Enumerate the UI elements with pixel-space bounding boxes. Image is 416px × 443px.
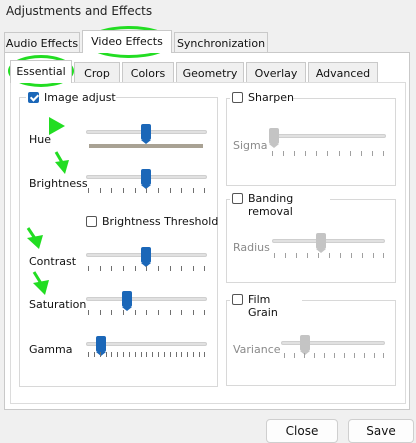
hue-arrow-icon xyxy=(49,117,65,135)
brightness-threshold-label: Brightness Threshold xyxy=(102,215,219,228)
film-grain-header: Film Grain xyxy=(230,292,302,319)
brightness-label: Brightness xyxy=(29,177,88,190)
variance-ticks xyxy=(284,353,384,358)
gamma-ticks xyxy=(88,352,206,357)
title-bar: Adjustments and Effects xyxy=(0,0,416,26)
brightness-slider-thumb[interactable] xyxy=(141,169,151,189)
radius-slider-track[interactable] xyxy=(272,239,385,243)
tab-essential[interactable]: Essential xyxy=(10,60,72,83)
sigma-slider-thumb[interactable] xyxy=(269,128,279,148)
hue-color-bar xyxy=(89,144,203,148)
image-adjust-header: Image adjust xyxy=(26,90,116,106)
sharpen-label: Sharpen xyxy=(248,91,294,104)
film-grain-label: Film Grain xyxy=(248,293,278,319)
tab-label: Geometry xyxy=(182,67,238,80)
variance-label: Variance xyxy=(233,343,281,356)
tab-label: Overlay xyxy=(254,67,298,80)
sharpen-header: Sharpen xyxy=(230,90,294,106)
tab-crop[interactable]: Crop xyxy=(74,62,120,83)
sharpen-checkbox[interactable] xyxy=(232,92,243,103)
hue-slider-thumb[interactable] xyxy=(141,124,151,144)
tab-label: Advanced xyxy=(315,67,371,80)
radius-ticks xyxy=(274,253,384,258)
saturation-ticks xyxy=(88,310,206,315)
tab-audio-effects[interactable]: Audio Effects xyxy=(4,32,80,53)
contrast-label: Contrast xyxy=(29,255,77,268)
window-title: Adjustments and Effects xyxy=(6,4,153,18)
image-adjust-checkbox[interactable] xyxy=(28,92,39,103)
contrast-arrow-icon xyxy=(26,227,43,249)
saturation-slider-thumb[interactable] xyxy=(122,291,132,311)
save-button-label: Save xyxy=(366,424,396,438)
tab-synchronization[interactable]: Synchronization xyxy=(174,32,268,53)
saturation-slider-track[interactable] xyxy=(86,297,207,301)
tab-label: Crop xyxy=(84,67,110,80)
save-button[interactable]: Save xyxy=(348,419,414,443)
radius-slider-thumb[interactable] xyxy=(316,233,326,253)
close-button[interactable]: Close xyxy=(266,419,338,443)
contrast-slider-thumb[interactable] xyxy=(141,247,151,267)
tab-overlay[interactable]: Overlay xyxy=(246,62,306,83)
saturation-label: Saturation xyxy=(29,298,87,311)
sigma-slider-track[interactable] xyxy=(269,134,386,138)
close-button-label: Close xyxy=(285,424,319,438)
gamma-slider-thumb[interactable] xyxy=(96,336,106,356)
contrast-ticks xyxy=(88,266,206,271)
sigma-ticks xyxy=(272,151,384,156)
gamma-label: Gamma xyxy=(29,343,73,356)
tab-label: Essential xyxy=(16,65,66,78)
banding-removal-header: Banding removal xyxy=(230,191,330,218)
brightness-ticks xyxy=(88,188,206,193)
tab-label: Video Effects xyxy=(91,35,163,48)
radius-label: Radius xyxy=(233,241,270,254)
variance-slider-thumb[interactable] xyxy=(300,335,310,355)
tab-advanced[interactable]: Advanced xyxy=(308,62,378,83)
tab-geometry[interactable]: Geometry xyxy=(176,62,244,83)
variance-slider-track[interactable] xyxy=(281,341,385,345)
film-grain-checkbox[interactable] xyxy=(232,294,243,305)
brightness-arrow-icon xyxy=(54,151,69,174)
saturation-arrow-icon xyxy=(32,271,49,295)
image-adjust-label: Image adjust xyxy=(44,91,116,104)
banding-removal-label: Banding removal xyxy=(248,192,294,218)
tab-label: Colors xyxy=(130,67,166,80)
tab-label: Audio Effects xyxy=(5,37,79,50)
banding-removal-checkbox[interactable] xyxy=(232,193,243,204)
tab-video-effects[interactable]: Video Effects xyxy=(82,30,172,53)
sigma-label: Sigma xyxy=(233,139,268,152)
brightness-threshold-checkbox[interactable] xyxy=(86,216,97,227)
tab-colors[interactable]: Colors xyxy=(122,62,174,83)
tab-label: Synchronization xyxy=(176,37,266,50)
